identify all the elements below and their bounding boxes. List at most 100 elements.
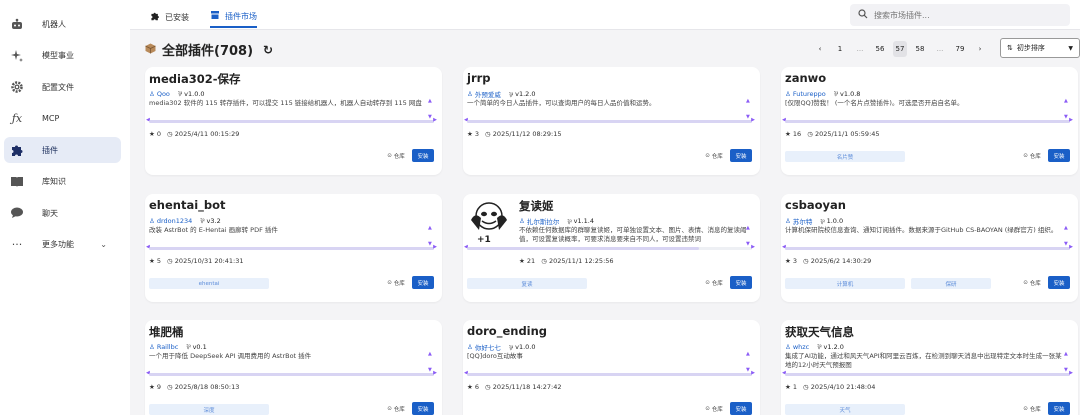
plugin-author[interactable]: 你好七七 — [475, 342, 501, 352]
scrollbar-thumb[interactable] — [149, 373, 434, 376]
horizontal-scrollbar[interactable]: ◀ ▶ — [464, 117, 755, 123]
scroll-right-icon[interactable]: ▶ — [751, 244, 755, 250]
scroll-right-icon[interactable]: ▶ — [1069, 244, 1073, 250]
horizontal-scrollbar[interactable]: ◀ ▶ — [782, 117, 1073, 123]
horizontal-scrollbar[interactable]: ◀ ▶ — [146, 117, 437, 123]
scrollbar-thumb[interactable] — [149, 247, 434, 250]
scrollbar-thumb[interactable] — [785, 120, 1070, 123]
plugin-card[interactable]: ehentai_bot ♙ drdon1234 ⅌ v3.2 改装 AstrBot 的 E… — [145, 194, 442, 302]
pagination-next[interactable]: › — [973, 41, 987, 57]
scroll-right-icon[interactable]: ▶ — [1069, 370, 1073, 376]
plugin-author[interactable]: 苏尔特 — [793, 216, 813, 226]
repo-button[interactable]: ⊙ 仓库 — [702, 149, 726, 162]
plugin-author[interactable]: Raillbc — [157, 343, 178, 351]
install-button[interactable]: 安装 — [1048, 402, 1070, 415]
scroll-up-icon[interactable]: ▲ — [746, 351, 750, 357]
scrollbar-thumb[interactable] — [467, 247, 699, 250]
plugin-card[interactable]: zanwo ♙ Futureppo ⅌ v1.0.8 [仅限QQ]赞我！ (一个名片点赞插… — [781, 67, 1078, 175]
plugin-author[interactable]: drdon1234 — [157, 217, 192, 225]
scrollbar-thumb[interactable] — [785, 373, 1070, 376]
scroll-up-icon[interactable]: ▲ — [428, 225, 432, 231]
pagination-page-current[interactable]: 57 — [893, 41, 907, 57]
scrollbar-thumb[interactable] — [785, 247, 1070, 250]
install-button[interactable]: 安装 — [412, 402, 434, 415]
repo-button[interactable]: ⊙ 仓库 — [384, 402, 408, 415]
scrollbar-thumb[interactable] — [467, 373, 752, 376]
install-button[interactable]: 安装 — [730, 402, 752, 415]
sidebar-item-mcp[interactable]: ƒx MCP — [4, 106, 121, 132]
scroll-up-icon[interactable]: ▲ — [746, 98, 750, 104]
plugin-tag[interactable]: ehentai — [149, 278, 269, 289]
pagination-page[interactable]: 56 — [873, 41, 887, 57]
repo-button[interactable]: ⊙ 仓库 — [384, 149, 408, 162]
scrollbar-thumb[interactable] — [467, 120, 752, 123]
horizontal-scrollbar[interactable]: ◀ ▶ — [782, 370, 1073, 376]
horizontal-scrollbar[interactable]: ◀ ▶ — [146, 370, 437, 376]
repo-button[interactable]: ⊙ 仓库 — [702, 276, 726, 289]
scroll-up-icon[interactable]: ▲ — [1064, 98, 1068, 104]
sidebar-item-chat[interactable]: 聊天 — [4, 200, 121, 226]
scroll-up-icon[interactable]: ▲ — [1064, 351, 1068, 357]
scroll-right-icon[interactable]: ▶ — [433, 244, 437, 250]
install-button[interactable]: 安装 — [412, 276, 434, 289]
scrollbar-thumb[interactable] — [149, 120, 434, 123]
sidebar-item-config[interactable]: 配置文件 — [4, 74, 121, 100]
scroll-up-icon[interactable]: ▲ — [746, 225, 750, 231]
sidebar-item-knowledge[interactable]: 库知识 — [4, 169, 121, 195]
scroll-up-icon[interactable]: ▲ — [428, 351, 432, 357]
pagination-prev[interactable]: ‹ — [813, 41, 827, 57]
search-bar[interactable] — [850, 4, 1070, 26]
plugin-author[interactable]: 扎尔斯拉尔 — [527, 216, 560, 226]
plugin-author[interactable]: Qoo — [157, 90, 170, 98]
scroll-right-icon[interactable]: ▶ — [433, 370, 437, 376]
repo-button[interactable]: ⊙ 仓库 — [702, 402, 726, 415]
install-button[interactable]: 安装 — [730, 149, 752, 162]
sidebar-item-plugins[interactable]: 插件 — [4, 137, 121, 163]
plugin-card[interactable]: +1 复读姬 ♙ 扎尔斯拉尔 ⅌ v1.1.4 不依赖任何数据库的群聊复读姬，可单独设置文本… — [463, 194, 760, 302]
plugin-author[interactable]: whzc — [793, 343, 809, 351]
plugin-tag[interactable]: 深度 — [149, 404, 269, 415]
plugin-tag[interactable]: 天气 — [785, 404, 905, 415]
sidebar-item-robot[interactable]: 机器人 — [4, 11, 121, 37]
repo-button[interactable]: ⊙ 仓库 — [384, 276, 408, 289]
sidebar-item-models[interactable]: 模型事业 — [4, 43, 121, 69]
pagination-page[interactable]: 1 — [833, 41, 847, 57]
tab-installed[interactable]: 已安装 — [150, 6, 189, 28]
plugin-tag[interactable]: 复读 — [467, 278, 587, 289]
plugin-card[interactable]: doro_ending ♙ 你好七七 ⅌ v1.0.0 [QQ]doro互动故事 ▲ ▼ ◀ ▶ ★… — [463, 320, 760, 415]
pagination-page[interactable]: 79 — [953, 41, 967, 57]
plugin-tag[interactable]: 计算机 — [785, 278, 905, 289]
scroll-right-icon[interactable]: ▶ — [751, 117, 755, 123]
plugin-card[interactable]: jrrp ♙ 外预爱威 ⅌ v1.2.0 一个简单的今日人品插件，可以查询用户的每日人品价… — [463, 67, 760, 175]
plugin-card[interactable]: 获取天气信息 ♙ whzc ⅌ v1.2.0 集成了AI功能，通过和风天气API和阿里云百… — [781, 320, 1078, 415]
scroll-up-icon[interactable]: ▲ — [428, 98, 432, 104]
pagination-page[interactable]: 58 — [913, 41, 927, 57]
plugin-card[interactable]: 堆肥桶 ♙ Raillbc ⅌ v0.1 一个用于降低 DeepSeek API 调用费用… — [145, 320, 442, 415]
plugin-tag[interactable]: 名片赞 — [785, 151, 905, 162]
plugin-author[interactable]: 外预爱威 — [475, 89, 501, 99]
plugin-card[interactable]: csbaoyan ♙ 苏尔特 ⅌ 1.0.0 计算机保研院校信息查询、通知订阅插件。数据来… — [781, 194, 1078, 302]
horizontal-scrollbar[interactable]: ◀ ▶ — [464, 370, 755, 376]
plugin-card[interactable]: media302-保存 ♙ Qoo ⅌ v1.0.0 media302 软件的 115 转… — [145, 67, 442, 175]
install-button[interactable]: 安装 — [412, 149, 434, 162]
repo-button[interactable]: ⊙ 仓库 — [1020, 276, 1044, 289]
horizontal-scrollbar[interactable]: ◀ ▶ — [146, 244, 437, 250]
horizontal-scrollbar[interactable]: ◀ ▶ — [782, 244, 1073, 250]
plugin-tag[interactable]: 保研 — [911, 278, 991, 289]
repo-button[interactable]: ⊙ 仓库 — [1020, 149, 1044, 162]
scroll-up-icon[interactable]: ▲ — [1064, 225, 1068, 231]
scroll-right-icon[interactable]: ▶ — [751, 370, 755, 376]
install-button[interactable]: 安装 — [1048, 276, 1070, 289]
install-button[interactable]: 安装 — [730, 276, 752, 289]
sort-select[interactable]: ⇅ 初步排序 ▼ — [1000, 38, 1080, 58]
search-input[interactable] — [874, 10, 1054, 20]
tab-market[interactable]: 插件市场 — [210, 6, 257, 28]
scroll-right-icon[interactable]: ▶ — [433, 117, 437, 123]
sidebar-item-more[interactable]: ··· 更多功能 ⌄ — [4, 232, 121, 258]
refresh-icon[interactable]: ↻ — [263, 43, 273, 57]
plugin-author[interactable]: Futureppo — [793, 90, 826, 98]
install-button[interactable]: 安装 — [1048, 149, 1070, 162]
scroll-right-icon[interactable]: ▶ — [1069, 117, 1073, 123]
horizontal-scrollbar[interactable]: ◀ ▶ — [464, 244, 755, 250]
repo-button[interactable]: ⊙ 仓库 — [1020, 402, 1044, 415]
